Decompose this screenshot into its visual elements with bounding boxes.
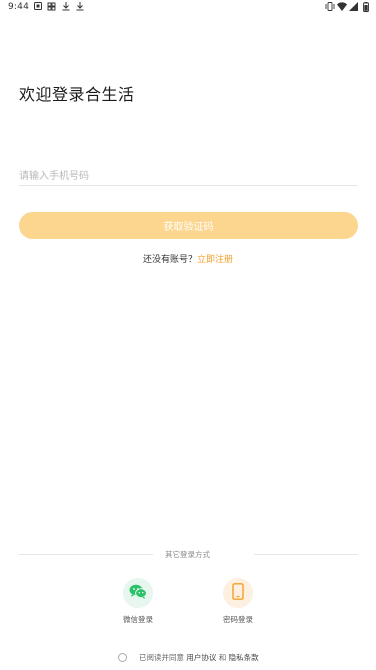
status-left-icons (33, 2, 84, 12)
agreement-row: 已阅读并同意 用户协议 和 隐私条款 (118, 652, 259, 663)
vibrate-icon (325, 2, 335, 12)
phone-icon (232, 582, 244, 604)
divider-line-left (19, 554, 153, 555)
phone-input[interactable] (19, 166, 358, 187)
download-icon (75, 2, 84, 12)
wifi-icon (337, 2, 347, 12)
battery-icon (361, 2, 370, 12)
status-bar: 9:44 (0, 0, 376, 16)
divider-line-right (254, 554, 358, 555)
other-login-title: 其它登录方式 (165, 550, 210, 559)
wechat-login-button[interactable]: 微信登录 (108, 578, 168, 625)
phone-field (19, 164, 358, 187)
notification-icon (33, 2, 42, 12)
wechat-icon (129, 584, 147, 603)
get-code-button[interactable]: 获取验证码 (19, 212, 358, 239)
status-time: 9:44 (8, 2, 30, 12)
other-login-divider: 其它登录方式 (19, 549, 358, 559)
agreement-text: 已阅读并同意 用户协议 和 隐私条款 (139, 652, 259, 663)
password-login-label: 密码登录 (223, 615, 253, 624)
app-icon (47, 2, 56, 12)
user-agreement-link[interactable]: 用户协议 (186, 653, 216, 662)
status-right-icons (325, 2, 370, 12)
password-login-button[interactable]: 密码登录 (208, 578, 268, 625)
register-prompt: 还没有账号？立即注册 (0, 252, 376, 265)
register-link[interactable]: 立即注册 (197, 255, 233, 265)
page-title: 欢迎登录合生活 (19, 85, 135, 104)
download-icon (61, 2, 70, 12)
agreement-checkbox[interactable] (118, 653, 127, 662)
signal-icon (349, 2, 358, 12)
phone-icon-circle[interactable] (223, 578, 253, 608)
wechat-icon-circle[interactable] (123, 578, 153, 608)
register-prompt-text: 还没有账号？ (142, 255, 197, 265)
agreement-and: 和 (218, 653, 227, 662)
agreement-prefix: 已阅读并同意 (139, 653, 184, 662)
wechat-login-label: 微信登录 (123, 615, 153, 624)
privacy-link[interactable]: 隐私条款 (229, 653, 259, 662)
